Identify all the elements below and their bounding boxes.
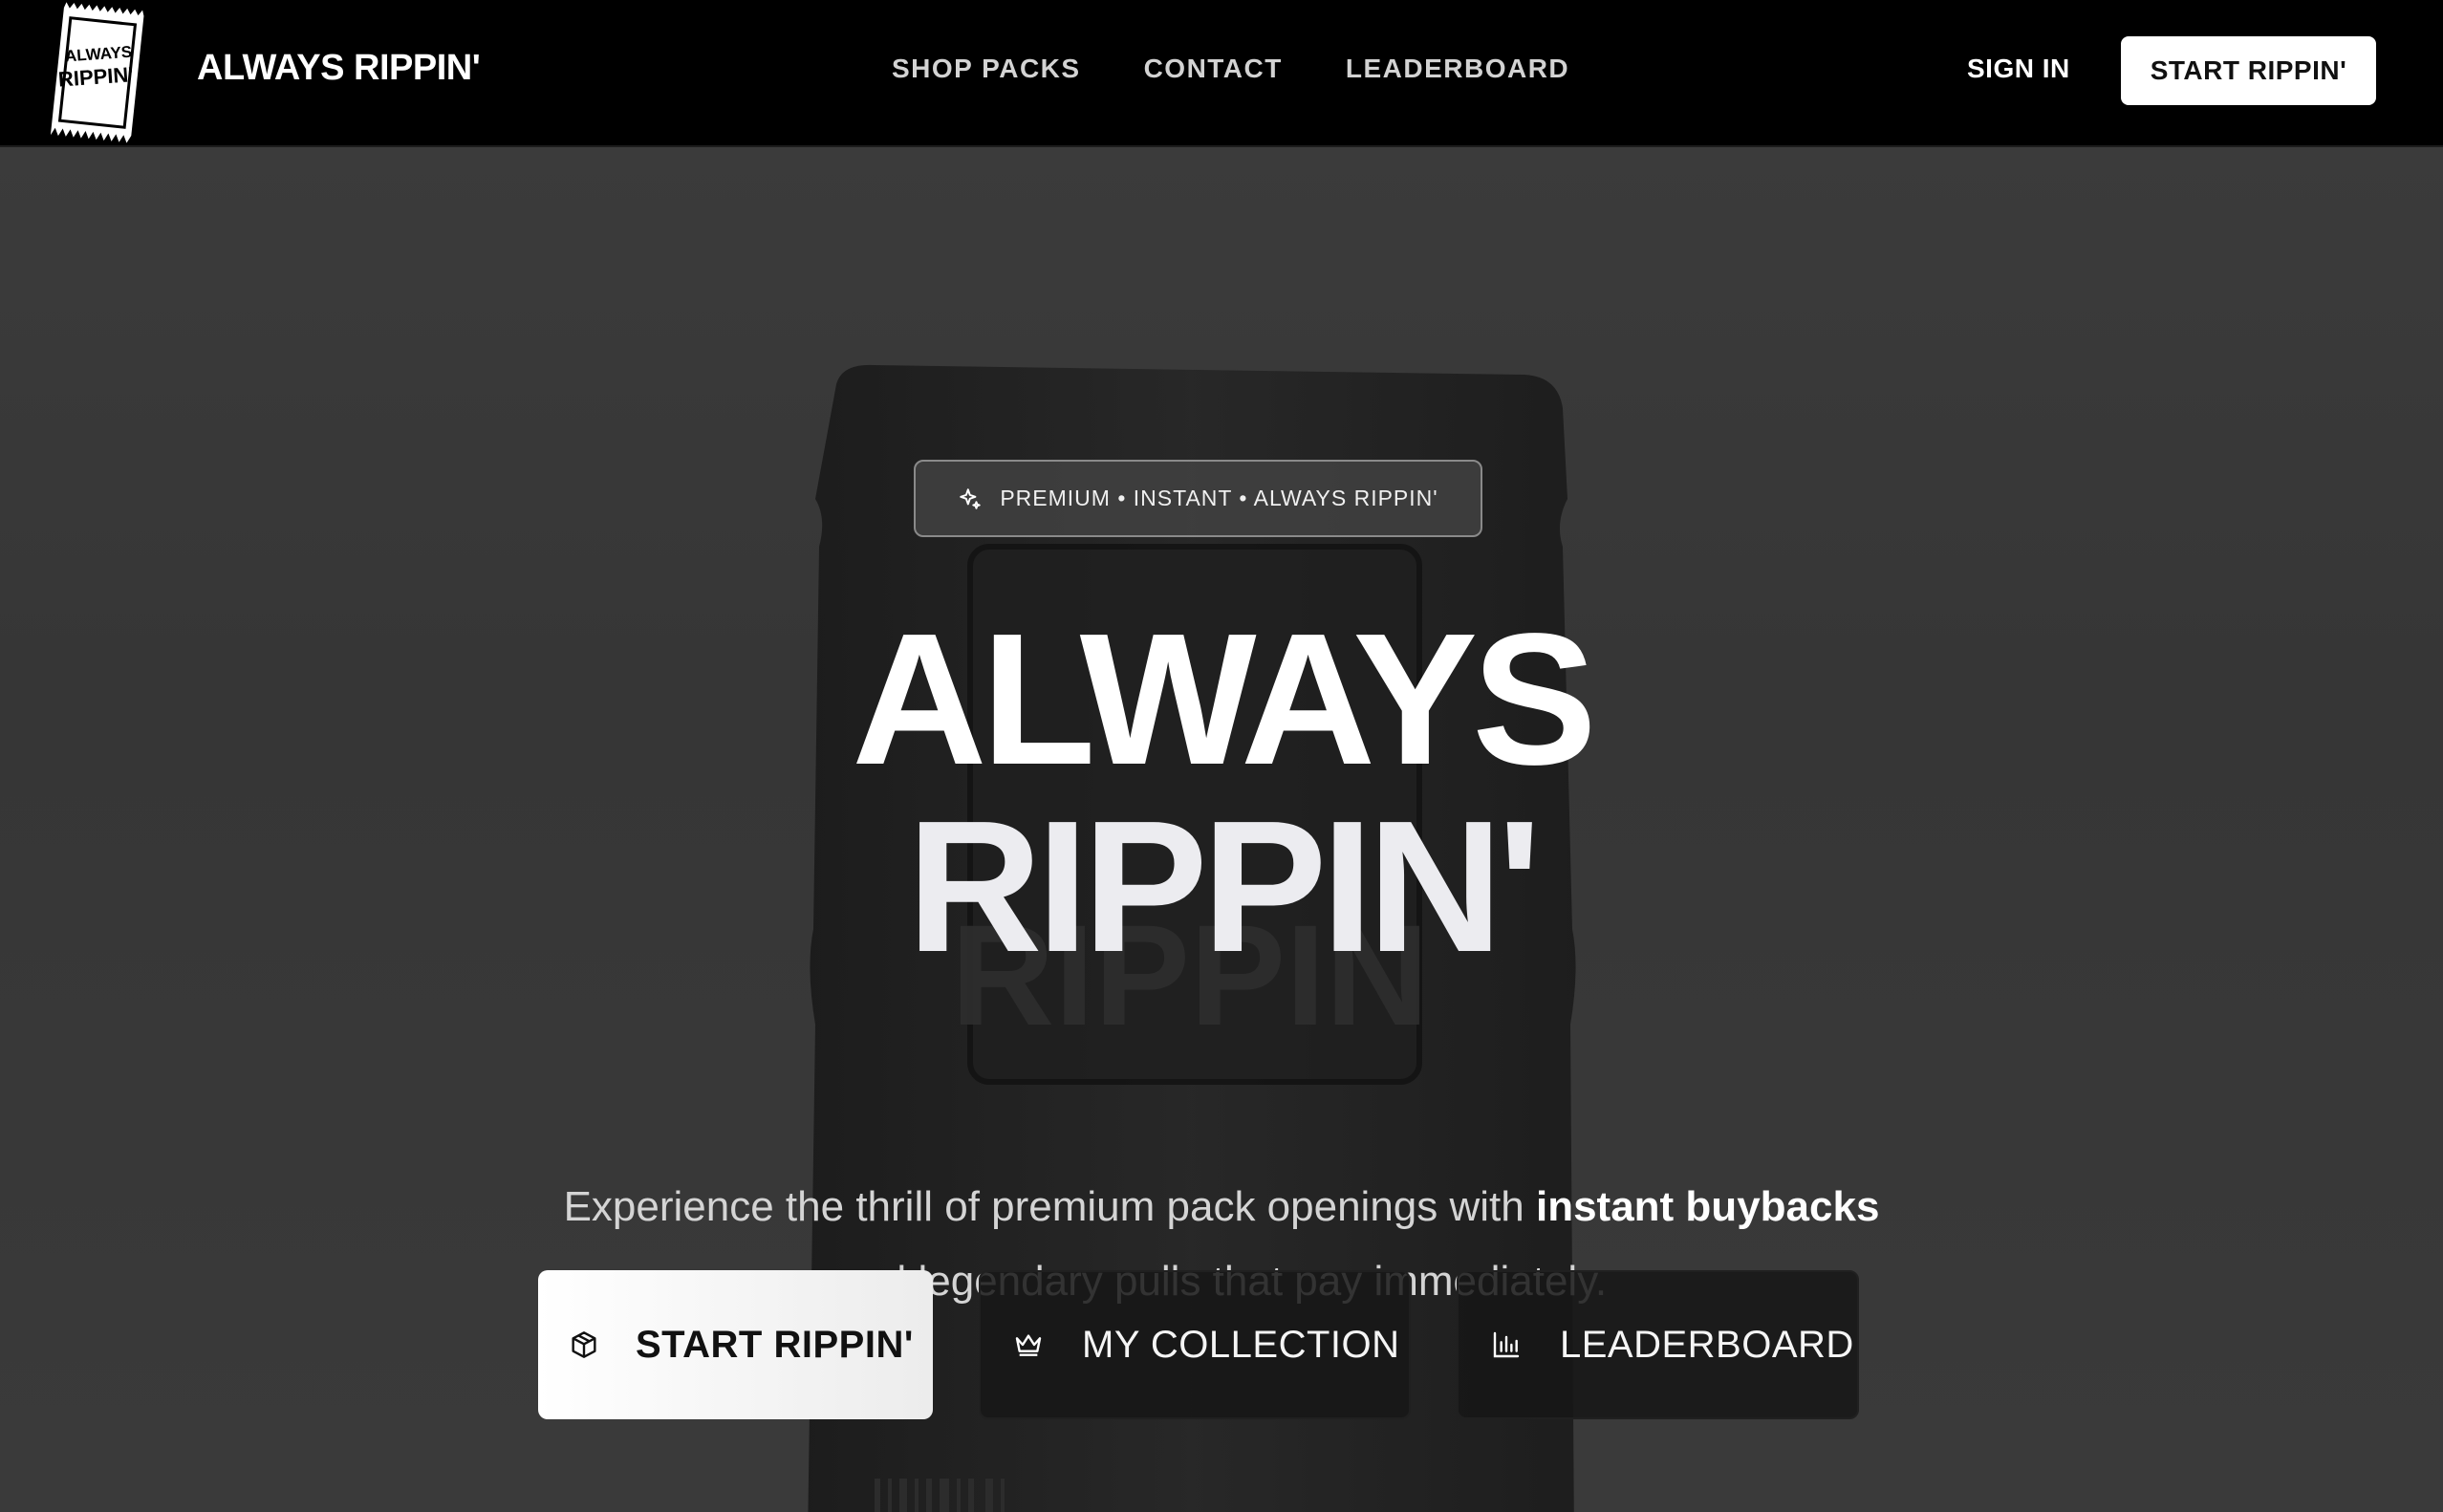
box-icon (572, 1331, 596, 1358)
nav-link-leaderboard[interactable]: LEADERBOARD (1346, 54, 1569, 84)
headline-line-2: RIPPIN' (906, 782, 1542, 991)
nav-start-rippin-button[interactable]: START RIPPIN' (2121, 36, 2376, 105)
bar-chart-icon (1493, 1331, 1520, 1358)
start-rippin-label: START RIPPIN' (636, 1323, 914, 1366)
hero-badge: PREMIUM • INSTANT • ALWAYS RIPPIN' (914, 460, 1482, 537)
nav-link-contact[interactable]: CONTACT (1144, 54, 1283, 84)
top-navbar: ALWAYS RIPPIN' ALWAYS RIPPIN' SHOP PACKS… (0, 0, 2443, 147)
brand-logo[interactable]: ALWAYS RIPPIN' (46, 0, 149, 145)
subtitle-text-1: Experience the thrill of premium pack op… (563, 1183, 1536, 1230)
sign-in-link[interactable]: SIGN IN (1967, 54, 2070, 84)
primary-nav: SHOP PACKS CONTACT LEADERBOARD (892, 54, 1569, 84)
my-collection-label: MY COLLECTION (1082, 1323, 1400, 1366)
headline-line-1: ALWAYS (852, 594, 1597, 804)
leaderboard-label: LEADERBOARD (1560, 1323, 1854, 1366)
crown-icon (1015, 1334, 1042, 1356)
nav-link-shop-packs[interactable]: SHOP PACKS (892, 54, 1081, 84)
start-rippin-button[interactable]: START RIPPIN' (538, 1270, 933, 1419)
leaderboard-button[interactable]: LEADERBOARD (1457, 1270, 1859, 1419)
hero-badge-label: PREMIUM • INSTANT • ALWAYS RIPPIN' (1000, 486, 1438, 510)
hero-section: RIPPIN PREMIUM • INSTANT • ALWAYS RIPPIN… (0, 147, 2443, 1512)
my-collection-button[interactable]: MY COLLECTION (979, 1270, 1411, 1419)
brand-name[interactable]: ALWAYS RIPPIN' (197, 48, 481, 89)
sparkle-icon (960, 487, 982, 509)
subtitle-emphasis: instant buybacks (1535, 1183, 1880, 1230)
hero-headline: ALWAYS RIPPIN' (0, 606, 2443, 981)
